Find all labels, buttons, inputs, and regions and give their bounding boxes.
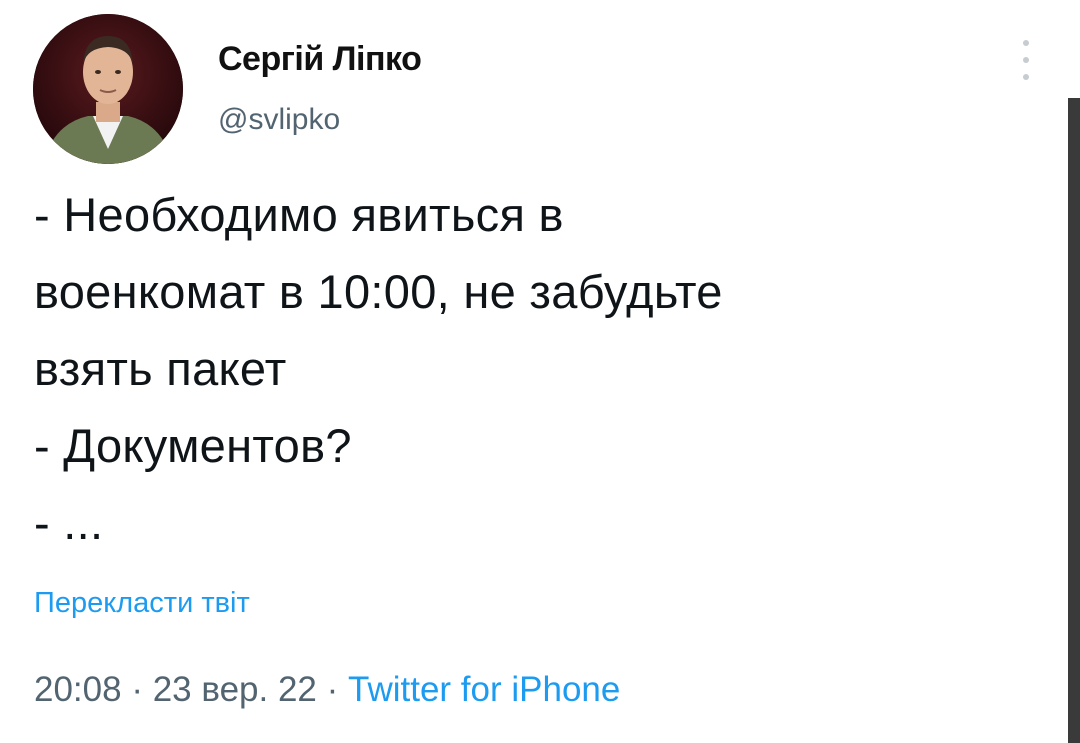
meta-separator: · [131, 670, 153, 709]
tweet-text-line: военкомат в 10:00, не забудьте [34, 265, 723, 318]
translate-tweet-link[interactable]: Перекласти твіт [34, 587, 250, 620]
tweet-text-line: - Необходимо явиться в [34, 188, 564, 241]
tweet-date[interactable]: 23 вер. 22 [153, 670, 317, 709]
more-vertical-icon[interactable] [1015, 40, 1037, 80]
tweet-text-line: взять пакет [34, 342, 287, 395]
more-dot [1023, 57, 1029, 63]
avatar-photo [33, 14, 183, 164]
avatar[interactable] [33, 14, 183, 164]
display-name[interactable]: Сергій Ліпко [218, 40, 422, 79]
tweet-text: - Необходимо явиться в военкомат в 10:00… [34, 176, 1044, 561]
tweet: Сергій Ліпко @svlipko - Необходимо явить… [0, 0, 1080, 743]
tweet-metadata: 20:08 · 23 вер. 22 · Twitter for iPhone [34, 670, 620, 710]
tweet-text-line: - Документов? [34, 419, 352, 472]
more-dot [1023, 40, 1029, 46]
meta-separator: · [326, 670, 349, 709]
user-handle[interactable]: @svlipko [218, 103, 340, 137]
tweet-time[interactable]: 20:08 [34, 670, 122, 709]
tweet-text-line: - ... [34, 496, 104, 549]
tweet-source-link[interactable]: Twitter for iPhone [348, 670, 620, 709]
more-dot [1023, 74, 1029, 80]
scrollbar[interactable] [1068, 98, 1080, 743]
